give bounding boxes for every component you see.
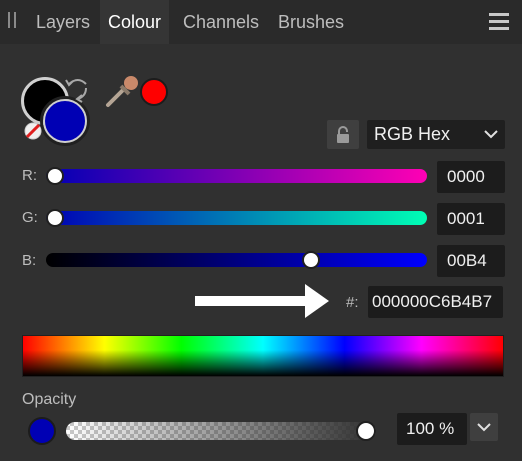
- tab-channels[interactable]: Channels: [175, 0, 267, 44]
- channel-r-label: R:: [22, 167, 37, 184]
- g-slider-track[interactable]: [46, 211, 427, 225]
- opacity-label: Opacity: [22, 391, 77, 408]
- color-model-value: RGB Hex: [374, 124, 451, 144]
- opacity-slider-track[interactable]: [66, 422, 376, 440]
- r-slider-track[interactable]: [46, 169, 427, 183]
- eyedropper-icon[interactable]: [104, 73, 140, 109]
- opacity-slider-knob[interactable]: [356, 421, 376, 441]
- hex-label: #:: [346, 294, 359, 311]
- r-slider-knob[interactable]: [46, 167, 64, 185]
- chevron-down-icon: [484, 130, 498, 139]
- lock-button[interactable]: [327, 120, 359, 149]
- chevron-down-icon: [477, 423, 491, 432]
- g-slider-knob[interactable]: [46, 209, 64, 227]
- opacity-dropdown-button[interactable]: [470, 413, 498, 441]
- tab-colour[interactable]: Colour: [100, 0, 170, 44]
- no-fill-icon[interactable]: [23, 121, 43, 141]
- padlock-icon: [337, 126, 349, 143]
- channel-b-label: B:: [22, 252, 37, 269]
- panel-grip-icon[interactable]: [6, 12, 18, 32]
- right-arrow-annotation: [195, 284, 329, 318]
- tab-brushes[interactable]: Brushes: [270, 0, 352, 44]
- tab-layers[interactable]: Layers: [28, 0, 98, 44]
- b-value-field[interactable]: 00B4: [437, 245, 505, 277]
- g-value-field[interactable]: 0001: [437, 203, 505, 235]
- b-slider-track[interactable]: [46, 253, 427, 267]
- r-value-field[interactable]: 0000: [437, 161, 505, 193]
- opacity-color-swatch: [28, 417, 56, 445]
- hamburger-menu-icon[interactable]: [489, 12, 509, 32]
- swap-arrows-icon[interactable]: [64, 74, 92, 104]
- hex-value-field[interactable]: 000000C6B4B7: [368, 286, 503, 318]
- channel-g-label: G:: [22, 209, 38, 226]
- picked-color-swatch[interactable]: [140, 78, 168, 106]
- color-model-dropdown[interactable]: RGB Hex: [367, 120, 505, 149]
- panel-tab-bar: Layers Colour Channels Brushes: [0, 0, 522, 44]
- color-spectrum[interactable]: [22, 335, 504, 377]
- opacity-value-field[interactable]: 100 %: [397, 413, 467, 445]
